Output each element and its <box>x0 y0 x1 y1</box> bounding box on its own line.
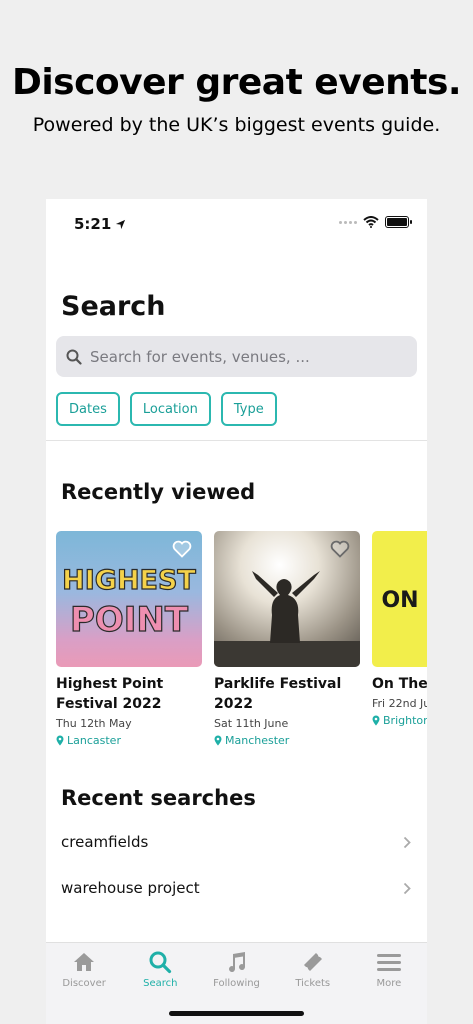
promo-subline: Powered by the UK’s biggest events guide… <box>32 114 441 136</box>
status-indicators <box>339 216 412 228</box>
event-image <box>214 531 360 667</box>
recent-search-label: creamfields <box>61 833 149 851</box>
tab-label: Tickets <box>295 978 331 989</box>
search-icon <box>66 349 82 365</box>
recent-search-item[interactable]: warehouse project <box>61 879 411 897</box>
tab-bar: Discover Search Following Tickets More <box>46 942 427 1024</box>
tab-more[interactable]: More <box>351 943 427 1024</box>
location-pin-icon <box>56 735 64 746</box>
signal-icon <box>339 220 357 224</box>
recent-search-item[interactable]: creamfields <box>61 833 411 851</box>
status-time: 5:21 <box>74 215 126 233</box>
chevron-right-icon <box>403 882 411 894</box>
event-date: Fri 22nd Ju <box>372 697 427 710</box>
event-image: ON <box>372 531 427 667</box>
search-bar[interactable] <box>56 336 417 377</box>
event-location: Brighton <box>372 714 427 727</box>
event-location-text: Manchester <box>225 734 290 747</box>
event-date: Sat 11th June <box>214 717 289 730</box>
home-indicator <box>169 1011 304 1016</box>
menu-icon <box>376 954 401 971</box>
recent-search-label: warehouse project <box>61 879 200 897</box>
location-arrow-icon <box>116 219 126 229</box>
event-image: HIGHEST POINT <box>56 531 202 667</box>
logo-text-top: HIGHEST <box>62 565 196 596</box>
location-pin-icon <box>372 715 380 726</box>
ticket-icon <box>303 953 322 971</box>
filter-chips: Dates Location Type <box>56 392 277 426</box>
divider <box>46 440 427 441</box>
search-input[interactable] <box>90 347 390 366</box>
promo-headline: Discover great events. <box>11 62 462 103</box>
event-location: Lancaster <box>56 734 202 747</box>
event-card[interactable]: ON On The Fatboy Fri 22nd Ju Brighton <box>372 531 427 747</box>
tab-label: Discover <box>62 978 106 989</box>
tab-label: Following <box>213 978 260 989</box>
wifi-icon <box>363 216 379 228</box>
event-card[interactable]: Parklife Festival 2022 Sat 11th June Man… <box>214 531 360 747</box>
tab-label: Search <box>143 978 178 989</box>
event-card[interactable]: HIGHEST POINT Highest Point Festival 202… <box>56 531 202 747</box>
tab-discover[interactable]: Discover <box>46 943 122 1024</box>
heart-icon[interactable] <box>330 540 350 558</box>
chevron-right-icon <box>403 836 411 848</box>
filter-location-button[interactable]: Location <box>129 392 211 426</box>
event-location: Manchester <box>214 734 360 747</box>
status-time-text: 5:21 <box>74 215 112 233</box>
tab-label: More <box>376 978 402 989</box>
event-image-text: ON <box>381 588 418 613</box>
music-note-icon <box>228 952 245 973</box>
event-name: On The Fatboy <box>372 676 427 692</box>
recent-searches-title: Recent searches <box>61 786 256 810</box>
recently-viewed-carousel[interactable]: HIGHEST POINT Highest Point Festival 202… <box>56 531 427 747</box>
heart-icon[interactable] <box>172 540 192 558</box>
battery-icon <box>385 216 412 228</box>
event-name: Highest Point Festival 2022 <box>56 676 164 712</box>
event-image-label: ON <box>381 588 418 613</box>
search-icon <box>149 951 172 974</box>
event-location-text: Brighton <box>383 714 427 727</box>
location-pin-icon <box>214 735 222 746</box>
home-icon <box>74 953 95 971</box>
phone-screen: 5:21 Search Dates Location Type Recently… <box>46 199 427 1024</box>
filter-dates-button[interactable]: Dates <box>56 392 120 426</box>
filter-type-button[interactable]: Type <box>220 392 277 426</box>
event-location-text: Lancaster <box>67 734 121 747</box>
logo-text-bottom: POINT <box>70 600 189 640</box>
recently-viewed-title: Recently viewed <box>61 480 256 504</box>
event-date: Thu 12th May <box>56 717 132 730</box>
page-title: Search <box>61 291 166 322</box>
event-name: Parklife Festival 2022 <box>214 676 342 712</box>
